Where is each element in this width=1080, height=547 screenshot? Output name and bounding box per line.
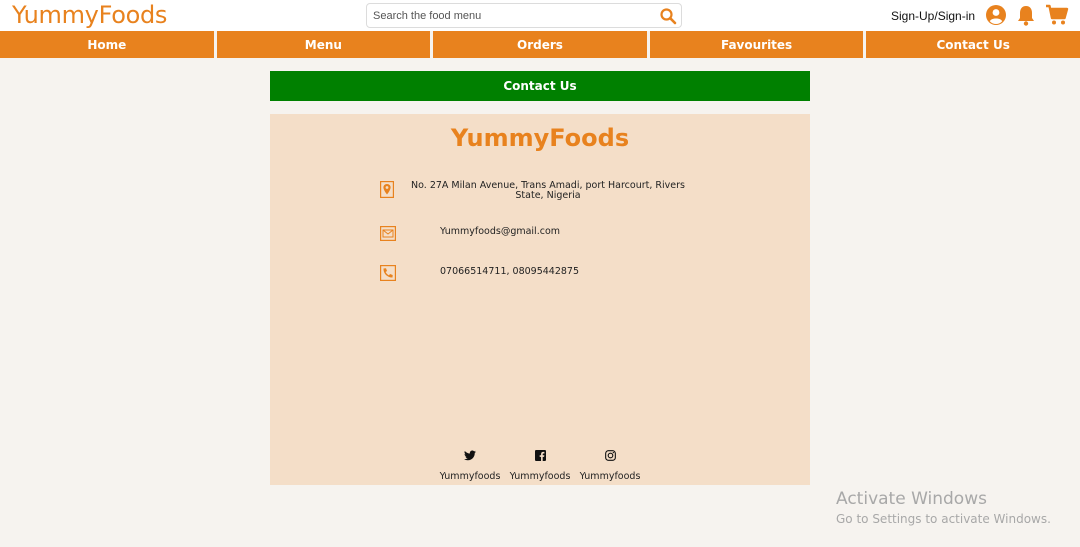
signin-link[interactable]: Sign-Up/Sign-in	[891, 9, 975, 23]
nav-item-contact-us[interactable]: Contact Us	[866, 31, 1080, 58]
twitter-icon	[464, 450, 476, 461]
user-circle-icon[interactable]	[985, 4, 1007, 31]
watermark-title: Activate Windows	[836, 489, 987, 509]
watermark-subtitle: Go to Settings to activate Windows.	[836, 512, 1051, 526]
main-nav: Home Menu Orders Favourites Contact Us	[0, 31, 1080, 59]
address-text: No. 27A Milan Avenue, Trans Amadi, port …	[411, 180, 685, 201]
instagram-link[interactable]: Yummyfoods	[579, 450, 641, 484]
nav-item-menu[interactable]: Menu	[216, 31, 431, 58]
facebook-link[interactable]: Yummyfoods	[509, 450, 571, 484]
search-icon[interactable]	[659, 7, 677, 25]
contact-card: YummyFoods No. 27A Milan Avenue, Trans A…	[270, 114, 810, 485]
bell-icon[interactable]	[1016, 4, 1036, 31]
location-pin-icon	[380, 181, 395, 203]
brand-title: YummyFoods	[450, 124, 630, 152]
phone-icon	[380, 265, 397, 286]
nav-item-home[interactable]: Home	[0, 31, 214, 58]
search-input[interactable]	[367, 4, 657, 27]
mail-icon	[380, 226, 397, 246]
facebook-icon	[534, 450, 546, 461]
instagram-icon	[604, 450, 616, 461]
nav-item-orders[interactable]: Orders	[433, 31, 647, 58]
contact-banner: Contact Us	[270, 71, 810, 101]
facebook-label: Yummyfoods	[509, 471, 571, 482]
logo[interactable]: YummyFoods	[12, 1, 167, 29]
header: YummyFoods Sign-Up/Sign-in	[0, 0, 1080, 31]
twitter-link[interactable]: Yummyfoods	[439, 450, 501, 484]
phone-text: 07066514711, 08095442875	[440, 266, 580, 277]
search-box	[366, 3, 682, 28]
windows-activation-watermark: Activate Windows Go to Settings to activ…	[836, 489, 1051, 526]
instagram-label: Yummyfoods	[579, 471, 641, 482]
email-text[interactable]: Yummyfoods@gmail.com	[440, 226, 560, 237]
twitter-label: Yummyfoods	[439, 471, 501, 482]
nav-item-favourites[interactable]: Favourites	[649, 31, 864, 58]
cart-icon[interactable]	[1045, 4, 1069, 31]
